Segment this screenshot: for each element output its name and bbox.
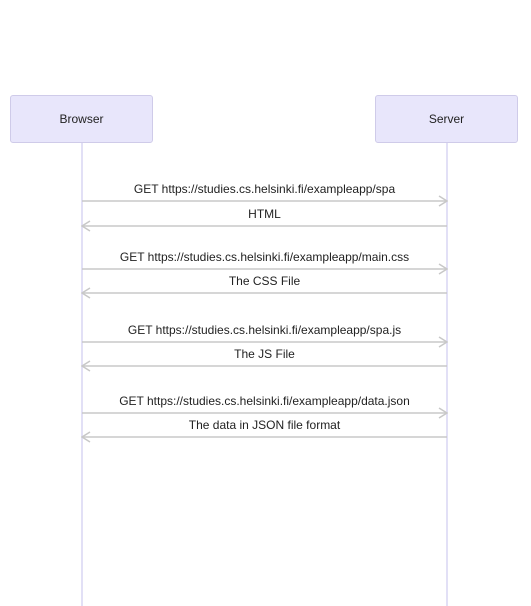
message-label: GET https://studies.cs.helsinki.fi/examp… xyxy=(134,182,396,196)
message-label: The JS File xyxy=(234,347,295,361)
message-label: HTML xyxy=(248,207,281,221)
sequence-diagram: GET https://studies.cs.helsinki.fi/examp… xyxy=(0,143,531,606)
message-label: The CSS File xyxy=(229,274,301,288)
message-label: GET https://studies.cs.helsinki.fi/examp… xyxy=(120,250,409,264)
message-label: The data in JSON file format xyxy=(189,418,341,432)
messages-group: GET https://studies.cs.helsinki.fi/examp… xyxy=(82,182,447,437)
message-label: GET https://studies.cs.helsinki.fi/examp… xyxy=(119,394,410,408)
message-label: GET https://studies.cs.helsinki.fi/examp… xyxy=(128,323,401,337)
